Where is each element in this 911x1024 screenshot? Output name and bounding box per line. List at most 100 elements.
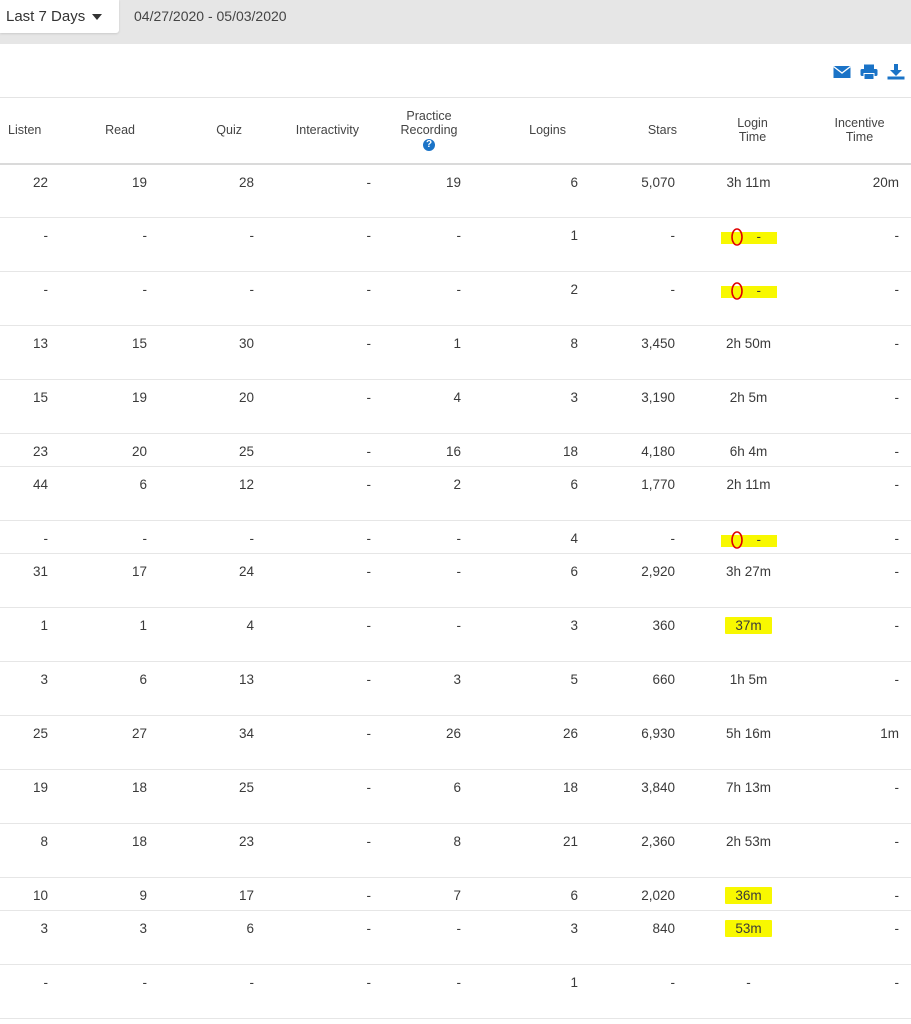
cell-logins: 1 xyxy=(479,964,586,1019)
cell-stars: 5,070 xyxy=(586,163,697,218)
table-row: 31 17 24 - - 6 2,920 3h 27m - xyxy=(0,553,911,608)
cell-read: 27 xyxy=(56,715,155,770)
cell-login-time: 2h 50m xyxy=(697,325,808,380)
cell-logins: 18 xyxy=(479,433,586,467)
cell-value: - xyxy=(249,531,255,546)
col-header-logins[interactable]: Logins xyxy=(479,97,586,165)
email-icon[interactable] xyxy=(833,64,851,80)
cell-read: 6 xyxy=(56,661,155,716)
cell-interactivity: - xyxy=(262,769,379,824)
col-header-practice-line2: Recording xyxy=(400,123,458,138)
cell-practice-recording: 8 xyxy=(379,823,479,878)
cell-value: - xyxy=(456,531,462,546)
cell-value: 4 xyxy=(570,531,578,546)
cell-interactivity: - xyxy=(262,466,379,521)
cell-value: - xyxy=(43,531,49,546)
cell-value: 31 xyxy=(32,564,48,579)
cell-value: 25 xyxy=(32,726,48,741)
cell-interactivity: - xyxy=(262,217,379,272)
cell-value: - xyxy=(142,282,148,297)
cell-login-time: 5h 16m xyxy=(697,715,808,770)
cell-interactivity: - xyxy=(262,553,379,608)
cell-value: 1 xyxy=(40,618,48,633)
table-row: 10 9 17 - 7 6 2,020 36m - xyxy=(0,877,911,911)
cell-login-time: 2h 53m xyxy=(697,823,808,878)
cell-interactivity: - xyxy=(262,823,379,878)
cell-value: 19 xyxy=(32,780,48,795)
cell-value: - xyxy=(670,228,676,243)
col-header-practice-line1: Practice xyxy=(406,109,452,124)
cell-value: 24 xyxy=(238,564,254,579)
cell-listen: 31 xyxy=(0,553,56,608)
report-actions xyxy=(833,64,905,80)
cell-incentive-time: - xyxy=(808,553,911,608)
cell-quiz: 12 xyxy=(155,466,262,521)
cell-practice-recording: 1 xyxy=(379,325,479,380)
table-row: 25 27 34 - 26 26 6,930 5h 16m 1m xyxy=(0,715,911,770)
cell-login-time: 53m xyxy=(697,910,808,965)
cell-value: - xyxy=(249,228,255,243)
download-icon[interactable] xyxy=(887,64,905,80)
cell-value: 1 xyxy=(570,975,578,990)
cell-value: - xyxy=(456,282,462,297)
cell-value: 10 xyxy=(32,888,48,903)
cell-value: 13 xyxy=(238,672,254,687)
col-header-quiz[interactable]: Quiz xyxy=(155,97,262,165)
cell-incentive-time: 1m xyxy=(808,715,911,770)
cell-value: - xyxy=(366,921,372,936)
cell-value: - xyxy=(894,477,900,492)
student-activity-table: Listen Read Quiz Interactivity Practice … xyxy=(0,97,911,1019)
cell-value: - xyxy=(456,618,462,633)
cell-quiz: 4 xyxy=(155,607,262,662)
date-range-dropdown[interactable]: Last 7 Days xyxy=(0,0,119,33)
cell-value: 27 xyxy=(131,726,147,741)
cell-value: 3,190 xyxy=(641,390,675,405)
col-header-interactivity[interactable]: Interactivity xyxy=(262,97,379,165)
cell-value: 3,840 xyxy=(641,780,675,795)
cell-logins: 1 xyxy=(479,217,586,272)
cell-incentive-time: - xyxy=(808,379,911,434)
cell-value: - xyxy=(366,531,372,546)
cell-read: 19 xyxy=(56,163,155,218)
cell-value: 19 xyxy=(131,390,147,405)
col-header-practice-recording[interactable]: Practice Recording ? xyxy=(379,97,479,165)
cell-value: 17 xyxy=(131,564,147,579)
cell-value: 20m xyxy=(872,174,899,190)
cell-listen: 22 xyxy=(0,163,56,218)
cell-value: 26 xyxy=(445,726,461,741)
cell-quiz: 30 xyxy=(155,325,262,380)
col-header-login-time[interactable]: Login Time xyxy=(697,97,808,165)
cell-stars: 4,180 xyxy=(586,433,697,467)
cell-value: 2h 50m xyxy=(725,336,772,351)
cell-incentive-time: - xyxy=(808,910,911,965)
cell-incentive-time: - xyxy=(808,877,911,911)
cell-value: 21 xyxy=(562,834,578,849)
cell-value: - xyxy=(894,780,900,795)
cell-value: 3h 27m xyxy=(725,564,772,579)
col-header-read[interactable]: Read xyxy=(56,97,155,165)
cell-stars: - xyxy=(586,217,697,272)
table-row: 19 18 25 - 6 18 3,840 7h 13m - xyxy=(0,769,911,824)
col-header-incentive-time[interactable]: Incentive Time xyxy=(808,97,911,165)
cell-value: - xyxy=(894,834,900,849)
table-row: 8 18 23 - 8 21 2,360 2h 53m - xyxy=(0,823,911,878)
cell-value: 6 xyxy=(570,564,578,579)
cell-value: 8 xyxy=(40,834,48,849)
col-header-stars[interactable]: Stars xyxy=(586,97,697,165)
cell-quiz: 6 xyxy=(155,910,262,965)
cell-value: 2,360 xyxy=(641,834,675,849)
cell-read: - xyxy=(56,217,155,272)
help-icon[interactable]: ? xyxy=(423,138,435,151)
cell-value: 23 xyxy=(32,444,48,459)
table-row: - - - - - 2 - - - xyxy=(0,271,911,326)
cell-listen: 23 xyxy=(0,433,56,467)
cell-value: - xyxy=(249,975,255,990)
cell-value: 3h 11m xyxy=(726,174,771,190)
cell-logins: 6 xyxy=(479,163,586,218)
print-icon[interactable] xyxy=(860,64,878,80)
cell-quiz: 28 xyxy=(155,163,262,218)
col-header-listen[interactable]: Listen xyxy=(0,97,56,165)
cell-incentive-time: - xyxy=(808,217,911,272)
col-header-login-line2: Time xyxy=(738,130,767,145)
cell-logins: 2 xyxy=(479,271,586,326)
